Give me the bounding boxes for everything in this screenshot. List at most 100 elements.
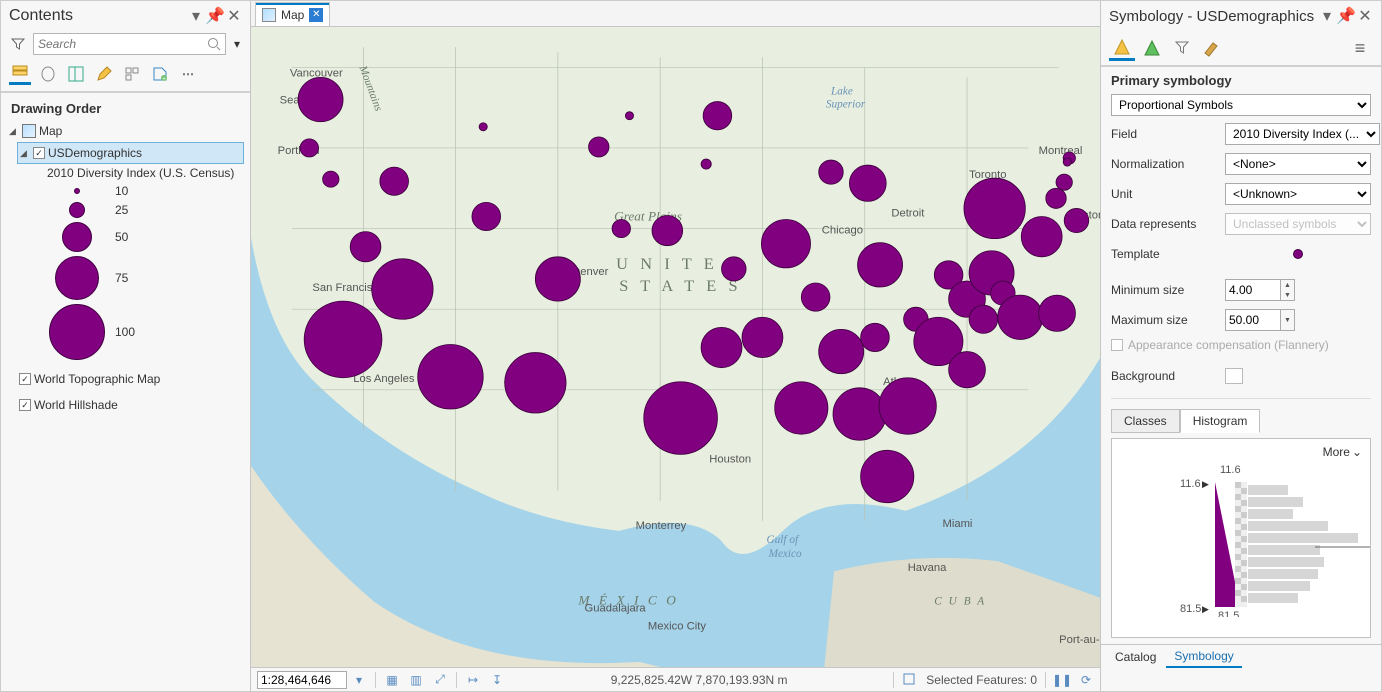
layer-visibility-checkbox[interactable]: ✓ [33,147,45,159]
snap-icon[interactable]: ⤢ [432,672,448,688]
grid-icon[interactable]: ▦ [384,672,400,688]
unit-select[interactable]: <Unknown> [1225,183,1371,205]
layer-visibility-checkbox[interactable]: ✓ [19,373,31,385]
proportional-symbol[interactable] [861,450,914,502]
proportional-symbol[interactable] [644,382,718,455]
layer-basemap[interactable]: ✓ World Topographic Map [17,368,244,390]
normalization-select[interactable]: <None> [1225,153,1371,175]
scale-dropdown-icon[interactable]: ▾ [351,672,367,688]
proportional-symbol[interactable] [304,301,382,378]
collapse-arrow-icon[interactable]: ◢ [20,148,30,159]
proportional-symbol[interactable] [372,259,433,319]
proportional-symbol[interactable] [652,215,683,245]
pin-icon[interactable]: 📌 [1338,8,1354,24]
maximum-size-dropdown[interactable]: ▼ [1225,309,1295,331]
proportional-symbol[interactable] [969,305,998,333]
proportional-symbol[interactable] [472,202,501,230]
proportional-symbol[interactable] [418,344,483,409]
advanced-symbol-icon[interactable] [1199,35,1225,61]
proportional-symbol[interactable] [701,159,711,169]
pin-icon[interactable]: 📌 [207,8,223,24]
list-by-snapping-icon[interactable] [121,63,143,85]
background-swatch[interactable] [1225,368,1243,384]
symbolize-layer-icon[interactable] [1109,35,1135,61]
histogram-tab[interactable]: Histogram [1180,409,1261,433]
minimum-size-spinner[interactable]: ▲▼ [1225,279,1295,301]
proportional-symbol[interactable] [350,232,381,262]
catalog-tab[interactable]: Catalog [1107,647,1164,667]
proportional-symbol[interactable] [775,382,828,434]
search-field[interactable] [38,37,207,51]
layer-visibility-checkbox[interactable]: ✓ [19,399,31,411]
proportional-symbol[interactable] [819,160,844,184]
list-by-drawing-order-icon[interactable] [9,63,31,85]
proportional-symbol[interactable] [833,388,886,440]
proportional-symbol[interactable] [380,167,409,195]
proportional-symbol[interactable] [535,257,580,301]
proportional-symbol[interactable] [1021,216,1062,256]
list-by-selection-icon[interactable] [65,63,87,85]
search-input[interactable] [33,33,226,55]
proportional-symbol[interactable] [964,178,1025,238]
proportional-symbol[interactable] [701,327,742,367]
spinner-down-icon[interactable]: ▼ [1281,290,1294,300]
proportional-symbol[interactable] [819,329,864,373]
map-node[interactable]: ◢ Map [7,120,244,142]
menu-icon[interactable]: ≡ [1347,35,1373,61]
chevron-down-icon[interactable]: ▾ [188,8,204,24]
refresh-icon[interactable]: ⟳ [1078,672,1094,688]
proportional-symbol[interactable] [801,283,830,311]
vary-by-attribute-icon[interactable] [1139,35,1165,61]
more-button[interactable]: More⌄ [1323,445,1362,459]
map-tab[interactable]: Map ✕ [255,2,330,26]
search-dropdown-icon[interactable]: ▾ [230,37,244,51]
proportional-symbol[interactable] [1046,188,1066,208]
collapse-arrow-icon[interactable]: ◢ [9,126,19,137]
symbology-bottom-tab[interactable]: Symbology [1166,646,1241,668]
more-icon[interactable]: ⋯ [177,63,199,85]
classes-tab[interactable]: Classes [1111,409,1180,433]
grid2-icon[interactable]: ▥ [408,672,424,688]
proportional-symbol[interactable] [761,220,810,268]
dropdown-arrow-icon[interactable]: ▼ [1281,310,1294,330]
field-select[interactable]: 2010 Diversity Index (... [1225,123,1380,145]
chevron-down-icon[interactable]: ▾ [1319,8,1335,24]
symbol-filter-icon[interactable] [1169,35,1195,61]
proportional-symbol[interactable] [722,257,747,281]
proportional-symbol[interactable] [703,102,732,130]
corrections-icon[interactable]: ↧ [489,672,505,688]
proportional-symbol[interactable] [589,137,609,157]
proportional-symbol[interactable] [612,220,630,238]
proportional-symbol[interactable] [742,317,783,357]
symbology-mode-select[interactable]: Proportional Symbols [1111,94,1371,116]
map-view[interactable]: U N I T E D S T A T E S Great Plains Gul… [251,27,1100,667]
list-by-source-icon[interactable] [37,63,59,85]
close-icon[interactable]: ✕ [1357,8,1373,24]
appearance-checkbox[interactable] [1111,339,1123,351]
proportional-symbol[interactable] [298,77,343,121]
proportional-symbol[interactable] [849,165,886,201]
close-tab-icon[interactable]: ✕ [309,8,323,22]
proportional-symbol[interactable] [1039,295,1076,331]
scale-input[interactable] [257,671,347,689]
layer-usdemographics[interactable]: ◢ ✓ USDemographics [17,142,244,164]
selection-icon[interactable] [902,672,918,688]
proportional-symbol[interactable] [879,378,936,434]
proportional-symbol[interactable] [949,352,986,388]
proportional-symbol[interactable] [323,171,339,187]
proportional-symbol[interactable] [505,353,566,413]
proportional-symbol[interactable] [479,123,487,131]
layer-basemap[interactable]: ✓ World Hillshade [17,394,244,416]
proportional-symbol[interactable] [300,139,318,157]
list-by-editing-icon[interactable] [93,63,115,85]
pause-drawing-icon[interactable]: ❚❚ [1054,672,1070,688]
proportional-symbol[interactable] [1056,174,1072,190]
proportional-symbol[interactable] [858,243,903,287]
proportional-symbol[interactable] [1064,208,1089,232]
template-symbol[interactable] [1293,249,1303,259]
filter-icon[interactable] [7,33,29,55]
close-icon[interactable]: ✕ [226,8,242,24]
spinner-up-icon[interactable]: ▲ [1281,280,1294,290]
list-by-labeling-icon[interactable]: + [149,63,171,85]
proportional-symbol[interactable] [998,295,1043,339]
